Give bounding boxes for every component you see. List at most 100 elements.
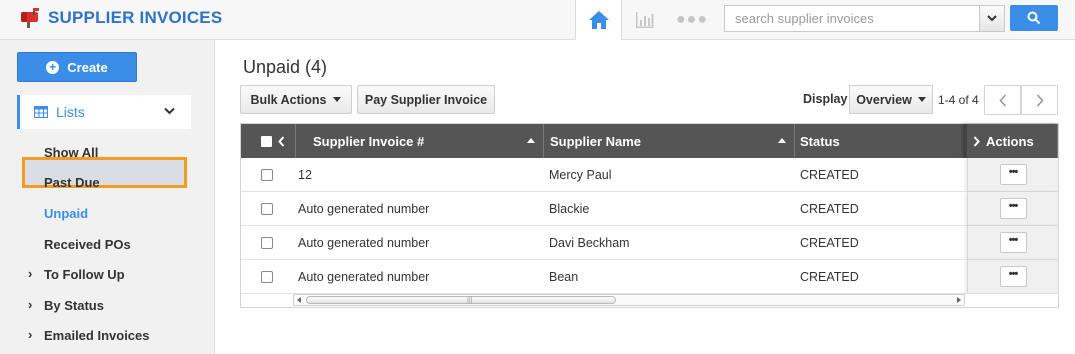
ellipsis-icon: ●●●	[676, 11, 708, 28]
create-button-label: Create	[67, 59, 108, 75]
invoice-table: Supplier Invoice # Supplier Name Status …	[240, 123, 1059, 308]
row-actions-button[interactable]: •••	[999, 232, 1027, 253]
chevron-left-icon[interactable]	[278, 135, 285, 147]
home-icon	[588, 11, 609, 29]
status-cell: CREATED	[800, 269, 859, 284]
search-box	[724, 5, 1005, 32]
supplier-name-cell: Mercy Paul	[549, 167, 612, 182]
sidebar-item-past-due[interactable]: Past Due	[44, 175, 100, 190]
supplier-name-cell: Davi Beckham	[549, 235, 630, 250]
display-select[interactable]: Overview	[849, 85, 933, 114]
table-row[interactable]: Auto generated number Bean CREATED •••	[241, 260, 1058, 294]
row-checkbox[interactable]	[261, 270, 273, 283]
column-label: Actions	[986, 133, 1034, 149]
chevron-left-icon	[998, 93, 1006, 107]
caret-down-icon	[917, 97, 926, 102]
search-dropdown-button[interactable]	[979, 6, 1004, 31]
chevron-right-icon	[973, 135, 980, 147]
lists-label: Lists	[56, 104, 85, 120]
row-checkbox-cell	[261, 158, 273, 191]
row-checkbox[interactable]	[261, 202, 273, 215]
column-label: Status	[800, 133, 840, 149]
pay-label: Pay Supplier Invoice	[364, 92, 488, 107]
table-header: Supplier Invoice # Supplier Name Status …	[241, 124, 1058, 158]
table-row[interactable]: 12 Mercy Paul CREATED •••	[241, 158, 1058, 192]
row-actions-button[interactable]: •••	[999, 164, 1027, 185]
actions-cell: •••	[967, 226, 1058, 259]
page-count: 1-4 of 4	[938, 93, 979, 107]
scroll-right-icon[interactable]	[957, 297, 961, 303]
sidebar-item-show-all[interactable]: Show All	[44, 145, 98, 160]
status-cell: CREATED	[800, 235, 859, 250]
search-input[interactable]	[725, 6, 979, 31]
chevron-right-icon: ›	[28, 327, 33, 342]
column-header-actions[interactable]: Actions	[965, 124, 1058, 158]
lists-toggle[interactable]: Lists	[17, 95, 191, 129]
home-button[interactable]	[575, 0, 622, 40]
app-title: SUPPLIER INVOICES	[48, 8, 223, 27]
actions-cell: •••	[967, 192, 1058, 225]
table-row[interactable]: Auto generated number Blackie CREATED ••…	[241, 192, 1058, 226]
column-label: Supplier Name	[550, 133, 642, 149]
supplier-name-cell: Blackie	[549, 201, 590, 216]
bulk-actions-label: Bulk Actions	[250, 92, 327, 107]
row-checkbox[interactable]	[261, 236, 273, 249]
sort-ascending-icon	[527, 138, 535, 143]
search-icon	[1027, 11, 1041, 25]
row-actions-button[interactable]: •••	[999, 198, 1027, 219]
chevron-right-icon: ›	[28, 266, 33, 281]
scrollbar-thumb[interactable]: |||	[306, 296, 616, 304]
sidebar-group-to-follow-up[interactable]: To Follow Up	[44, 267, 125, 282]
row-checkbox[interactable]	[261, 168, 273, 181]
status-cell: CREATED	[800, 201, 859, 216]
row-checkbox-cell	[261, 192, 273, 225]
plus-circle-icon: +	[46, 60, 60, 74]
grip-icon: |||	[467, 297, 473, 304]
actions-cell: •••	[967, 158, 1058, 191]
more-button[interactable]: ●●●	[672, 0, 712, 40]
table-icon	[34, 106, 48, 118]
chevron-down-icon	[987, 15, 997, 22]
table-row[interactable]: Auto generated number Davi Beckham CREAT…	[241, 226, 1058, 260]
horizontal-scrollbar[interactable]: |||	[293, 294, 965, 306]
create-button[interactable]: + Create	[17, 52, 137, 82]
caret-down-icon	[333, 97, 342, 102]
scroll-left-icon[interactable]	[297, 297, 301, 303]
reports-button[interactable]	[622, 0, 667, 40]
pay-supplier-invoice-button[interactable]: Pay Supplier Invoice	[357, 85, 495, 114]
status-cell: CREATED	[800, 167, 859, 182]
select-all-checkbox[interactable]	[261, 135, 272, 147]
search-button[interactable]	[1010, 5, 1058, 31]
mailbox-flag-icon	[18, 8, 42, 28]
select-all-header	[241, 124, 296, 158]
row-checkbox-cell	[261, 260, 273, 293]
supplier-name-cell: Bean	[549, 269, 579, 284]
page-title: Unpaid (4)	[243, 57, 328, 77]
chevron-right-icon: ›	[28, 297, 33, 312]
sidebar-item-unpaid[interactable]: Unpaid	[44, 206, 88, 221]
bulk-actions-button[interactable]: Bulk Actions	[240, 85, 352, 114]
row-actions-button[interactable]: •••	[999, 266, 1027, 287]
top-bar: SUPPLIER INVOICES ●●●	[0, 0, 1075, 40]
sidebar-group-emailed-invoices[interactable]: Emailed Invoices	[44, 328, 150, 343]
column-header-invoice[interactable]: Supplier Invoice #	[296, 124, 544, 158]
invoice-number-cell: Auto generated number	[298, 235, 430, 250]
sidebar-item-received-pos[interactable]: Received POs	[44, 237, 131, 252]
bar-chart-icon	[635, 12, 654, 28]
display-value: Overview	[856, 92, 912, 107]
next-page-button[interactable]	[1021, 85, 1058, 115]
display-label: Display	[803, 92, 848, 106]
sidebar-group-by-status[interactable]: By Status	[44, 298, 104, 313]
column-header-supplier-name[interactable]: Supplier Name	[544, 124, 795, 158]
brand: SUPPLIER INVOICES	[18, 8, 222, 28]
invoice-number-cell: Auto generated number	[298, 201, 430, 216]
row-checkbox-cell	[261, 226, 273, 259]
actions-cell: •••	[967, 260, 1058, 293]
sort-ascending-icon	[778, 138, 786, 143]
invoice-number-cell: Auto generated number	[298, 269, 430, 284]
column-header-status[interactable]: Status	[795, 124, 965, 158]
invoice-number-cell: 12	[298, 167, 312, 182]
previous-page-button[interactable]	[984, 85, 1021, 115]
column-label: Supplier Invoice #	[313, 133, 425, 149]
chevron-right-icon	[1036, 93, 1044, 107]
